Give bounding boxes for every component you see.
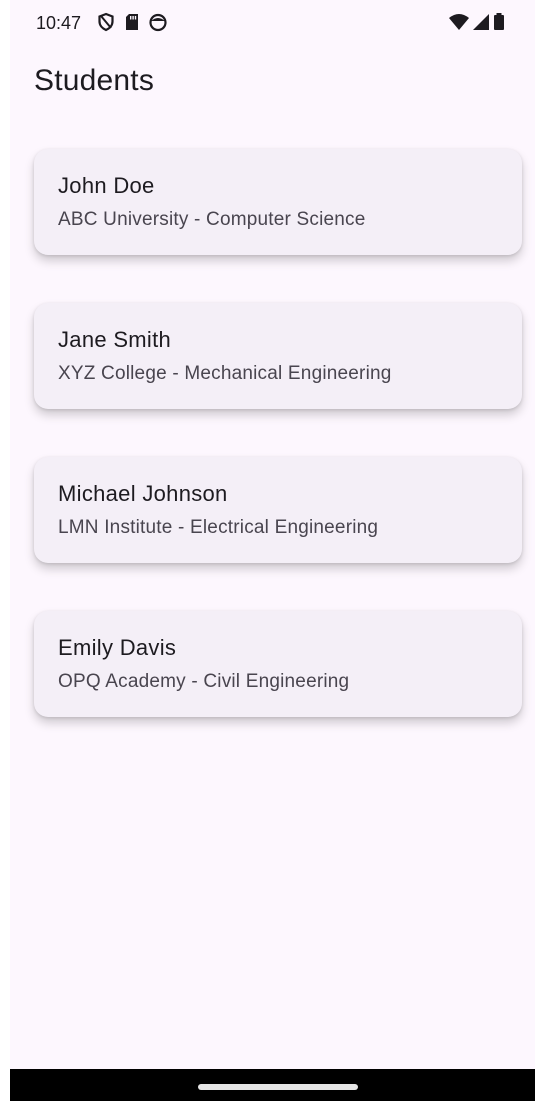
wifi-icon <box>448 12 470 32</box>
navigation-bar <box>10 1069 535 1101</box>
battery-icon <box>492 12 506 32</box>
student-name: John Doe <box>58 173 155 198</box>
student-detail: ABC University - Computer Science <box>58 209 366 230</box>
phone-screen: 10:47 Students John Doe ABC University -… <box>10 0 535 1101</box>
screen: 10:47 Students John Doe ABC University -… <box>0 0 535 1101</box>
student-detail: XYZ College - Mechanical Engineering <box>58 363 392 384</box>
student-name: Michael Johnson <box>58 481 228 506</box>
student-name: Emily Davis <box>58 635 177 660</box>
student-name: Jane Smith <box>58 327 172 352</box>
status-time: 10:47 <box>36 13 82 33</box>
home-gesture-handle[interactable] <box>198 1084 358 1090</box>
cell-signal-icon <box>471 12 491 32</box>
sd-card-icon <box>122 12 142 32</box>
student-list: John Doe ABC University - Computer Scien… <box>34 149 522 765</box>
student-card[interactable]: Emily Davis OPQ Academy - Civil Engineer… <box>34 611 522 717</box>
student-detail: OPQ Academy - Civil Engineering <box>58 671 350 692</box>
student-detail: LMN Institute - Electrical Engineering <box>58 517 379 538</box>
face-icon <box>148 12 168 32</box>
student-card[interactable]: Michael Johnson LMN Institute - Electric… <box>34 457 522 563</box>
student-card[interactable]: John Doe ABC University - Computer Scien… <box>34 149 522 255</box>
status-bar: 10:47 <box>10 0 535 44</box>
student-card[interactable]: Jane Smith XYZ College - Mechanical Engi… <box>34 303 522 409</box>
page-title: Students <box>34 64 155 97</box>
shield-icon <box>96 12 116 32</box>
